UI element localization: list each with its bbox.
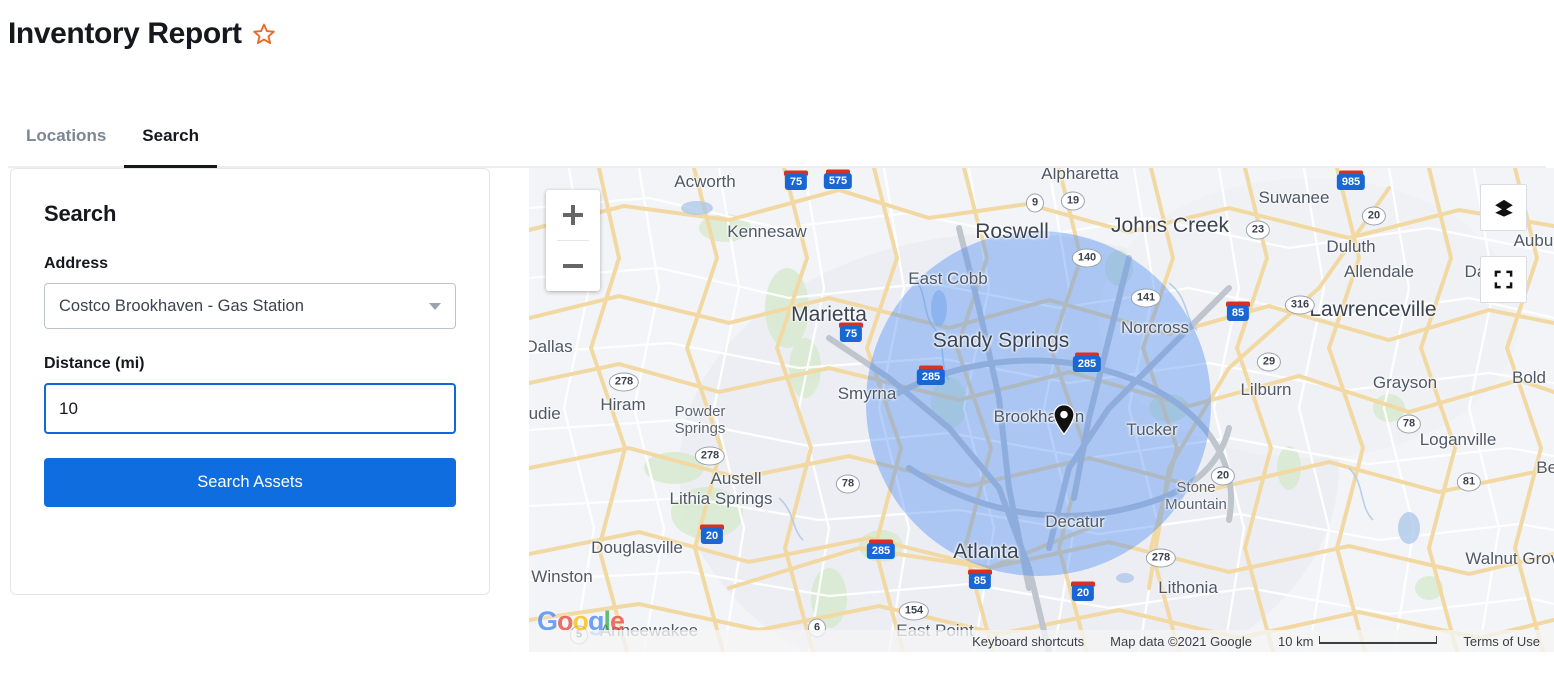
road-shield: 75 (784, 174, 808, 190)
road-shield: 29 (1256, 352, 1282, 372)
tab-locations[interactable]: Locations (8, 126, 124, 166)
distance-label: Distance (mi) (44, 355, 145, 372)
map-zoom-controls[interactable] (546, 190, 600, 291)
map-scale-label: 10 km (1278, 633, 1314, 649)
road-shield: 285 (866, 543, 896, 559)
road-shield: 575 (823, 173, 853, 189)
road-shield: 23 (1245, 220, 1271, 240)
address-select[interactable]: Costco Brookhaven - Gas Station (44, 283, 456, 329)
road-shield: 85 (968, 573, 992, 589)
page-title: Inventory Report (8, 17, 242, 50)
terms-of-use-link[interactable]: Terms of Use (1463, 634, 1540, 649)
search-assets-button[interactable]: Search Assets (44, 458, 456, 507)
map-pin-icon[interactable] (1053, 404, 1075, 436)
road-shield: 78 (835, 474, 861, 494)
map-scale: 10 km (1278, 633, 1438, 649)
tabbar: Locations Search (0, 58, 1554, 168)
tab-search[interactable]: Search (124, 126, 217, 168)
zoom-in-button[interactable] (546, 190, 600, 240)
fullscreen-icon (1494, 270, 1513, 289)
star-icon[interactable] (252, 22, 276, 46)
road-shield: 81 (1456, 472, 1482, 492)
content-area: Search Address Costco Brookhaven - Gas S… (0, 168, 1554, 652)
map-attribution: Map data ©2021 Google (1110, 633, 1253, 649)
map-layers-button[interactable] (1480, 184, 1527, 231)
distance-input[interactable] (44, 383, 456, 434)
map-footer: Keyboard shortcuts Map data ©2021 Google… (529, 630, 1554, 652)
search-panel: Search Address Costco Brookhaven - Gas S… (10, 168, 490, 595)
minus-icon (563, 264, 583, 268)
road-shield: 85 (1226, 305, 1250, 321)
layers-icon (1494, 199, 1513, 217)
road-shield: 20 (1361, 206, 1387, 226)
page-header: Inventory Report (0, 0, 1554, 58)
road-shield: 78 (1396, 414, 1422, 434)
road-shield: 20 (700, 528, 724, 544)
road-shield: 19 (1060, 191, 1086, 211)
keyboard-shortcuts-link[interactable]: Keyboard shortcuts (972, 634, 1084, 649)
road-shield: 9 (1025, 193, 1045, 213)
zoom-out-button[interactable] (546, 241, 600, 291)
address-label: Address (44, 255, 109, 272)
tab-list: Locations Search (8, 110, 1546, 168)
road-shield: 985 (1336, 174, 1366, 190)
road-shield: 20 (1210, 466, 1236, 486)
road-shield: 285 (1072, 356, 1102, 372)
search-radius-overlay (866, 231, 1211, 576)
map-fullscreen-button[interactable] (1480, 256, 1527, 303)
road-shield: 285 (916, 369, 946, 385)
map-scale-bar-line (1319, 636, 1438, 644)
search-panel-title: Search (44, 201, 117, 226)
address-select-value: Costco Brookhaven - Gas Station (59, 296, 304, 315)
road-shield: 75 (839, 326, 863, 342)
road-shield: 20 (1071, 585, 1095, 601)
map-view[interactable]: Alpharetta Acworth Suwanee Johns Creek Roswe… (529, 168, 1554, 652)
chevron-down-icon (429, 303, 441, 310)
